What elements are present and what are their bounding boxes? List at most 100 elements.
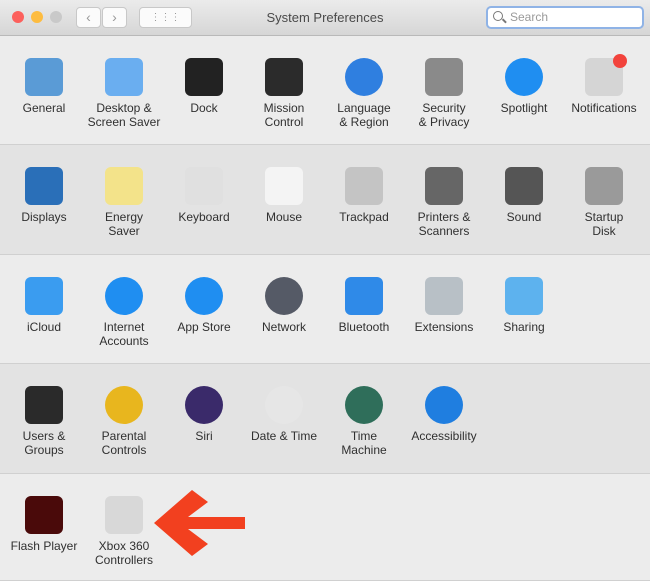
search-placeholder: Search [510, 10, 549, 24]
globe-icon [265, 277, 303, 315]
notifications-icon [585, 54, 627, 96]
pref-item-label: Parental Controls [101, 429, 147, 457]
pref-item-general[interactable]: General [4, 58, 84, 116]
sharing-folder-icon [505, 277, 543, 315]
pref-item-label: Sharing [503, 320, 545, 334]
general-icon [25, 58, 63, 96]
pref-item-icloud[interactable]: iCloud [4, 277, 84, 335]
display-icon [25, 167, 63, 205]
pref-item-desktop-screen-saver[interactable]: Desktop & Screen Saver [84, 58, 164, 129]
pref-section-4: Users & Groups Parental Controls Siri Date & … [0, 364, 650, 474]
pref-item-parental-controls[interactable]: Parental Controls [84, 386, 164, 457]
pref-item-sharing[interactable]: Sharing [484, 277, 564, 335]
desktop-icon [105, 58, 143, 96]
siri-icon [185, 386, 223, 424]
cloud-icon [25, 277, 63, 315]
pref-item-network[interactable]: Network [244, 277, 324, 335]
pref-item-mission-control[interactable]: Mission Control [244, 58, 324, 129]
pref-item-time-machine[interactable]: Time Machine [324, 386, 404, 457]
pref-item-bluetooth[interactable]: Bluetooth [324, 277, 404, 335]
flag-globe-icon [345, 58, 383, 96]
bluetooth-icon [345, 277, 383, 315]
pref-item-users-groups[interactable]: Users & Groups [4, 386, 84, 457]
pref-item-label: iCloud [26, 320, 62, 334]
pref-item-printers-scanners[interactable]: Printers & Scanners [404, 167, 484, 238]
red-arrow-annotation [154, 490, 245, 556]
mission-control-icon [265, 58, 303, 96]
speaker-icon [505, 167, 543, 205]
pref-item-mouse[interactable]: Mouse [244, 167, 324, 225]
mouse-icon [265, 167, 303, 205]
pref-item-flash-player[interactable]: Flash Player [4, 496, 84, 554]
pref-item-label: Mouse [265, 210, 303, 224]
pref-item-label: Spotlight [500, 101, 548, 115]
pref-item-label: Mission Control [263, 101, 305, 129]
pref-item-label: Printers & Scanners [417, 210, 471, 238]
pref-item-label: Network [261, 320, 306, 334]
pref-item-security-privacy[interactable]: Security & Privacy [404, 58, 484, 129]
pref-item-accessibility[interactable]: Accessibility [404, 386, 484, 444]
printer-icon [425, 167, 463, 205]
pref-section-2: Displays Energy Saver Keyboard Mouse Trackpad… [0, 145, 650, 255]
pref-item-language-region[interactable]: Language & Region [324, 58, 404, 129]
magnifier-icon [505, 58, 543, 96]
pref-item-internet-accounts[interactable]: Internet Accounts [84, 277, 164, 348]
pref-item-extensions[interactable]: Extensions [404, 277, 484, 335]
keyboard-icon [185, 167, 223, 205]
pref-section-1: General Desktop & Screen Saver Dock Mission C… [0, 36, 650, 145]
pref-item-label: Flash Player [10, 539, 78, 553]
pref-item-label: General [22, 101, 66, 115]
pref-item-label: Energy Saver [104, 210, 144, 238]
users-icon [25, 386, 63, 424]
at-sign-icon [105, 277, 143, 315]
time-machine-icon [345, 386, 383, 424]
clock-calendar-icon [265, 386, 303, 424]
trackpad-icon [345, 167, 383, 205]
pref-item-label: Keyboard [178, 210, 230, 224]
pref-item-startup-disk[interactable]: Startup Disk [564, 167, 644, 238]
pref-item-energy-saver[interactable]: Energy Saver [84, 167, 164, 238]
pref-item-label: Security & Privacy [418, 101, 470, 129]
app-store-icon [185, 277, 223, 315]
gamepad-icon [105, 496, 143, 534]
pref-item-label: Time Machine [341, 429, 387, 457]
dock-icon [185, 58, 223, 96]
pref-item-label: Displays [21, 210, 67, 224]
lightbulb-icon [105, 167, 143, 205]
flash-icon [25, 496, 63, 534]
pref-item-label: Siri [195, 429, 213, 443]
pref-item-label: Extensions [414, 320, 474, 334]
pref-item-displays[interactable]: Displays [4, 167, 84, 225]
puzzle-icon [425, 277, 463, 315]
pref-item-notifications[interactable]: Notifications [564, 54, 644, 116]
pref-item-label: Users & Groups [22, 429, 66, 457]
pref-item-label: Language & Region [337, 101, 391, 129]
title-bar: ‹ › ⋮⋮⋮ System Preferences Search [0, 0, 650, 36]
pref-item-siri[interactable]: Siri [164, 386, 244, 444]
pref-item-spotlight[interactable]: Spotlight [484, 58, 564, 116]
pref-item-date-time[interactable]: Date & Time [244, 386, 324, 444]
pref-item-label: Dock [190, 101, 218, 115]
accessibility-icon [425, 386, 463, 424]
search-icon [493, 11, 503, 21]
pref-item-keyboard[interactable]: Keyboard [164, 167, 244, 225]
pref-item-sound[interactable]: Sound [484, 167, 564, 225]
house-lock-icon [425, 58, 463, 96]
pref-item-label: Startup Disk [584, 210, 624, 238]
pref-item-label: Date & Time [250, 429, 318, 443]
pref-item-label: Trackpad [339, 210, 389, 224]
pref-item-label: App Store [177, 320, 231, 334]
pref-item-dock[interactable]: Dock [164, 58, 244, 116]
pref-item-app-store[interactable]: App Store [164, 277, 244, 335]
pref-item-label: Sound [506, 210, 542, 224]
pref-section-3: iCloud Internet Accounts App Store Network Bl… [0, 255, 650, 364]
pref-item-label: Notifications [571, 101, 637, 115]
disk-icon [585, 167, 623, 205]
parental-icon [105, 386, 143, 424]
pref-item-label: Accessibility [411, 429, 477, 443]
pref-item-label: Desktop & Screen Saver [87, 101, 161, 129]
pref-item-trackpad[interactable]: Trackpad [324, 167, 404, 225]
pref-item-label: Internet Accounts [99, 320, 149, 348]
search-input[interactable]: Search [486, 6, 644, 29]
pref-section-5: Flash Player Xbox 360 Controllers [0, 474, 650, 581]
